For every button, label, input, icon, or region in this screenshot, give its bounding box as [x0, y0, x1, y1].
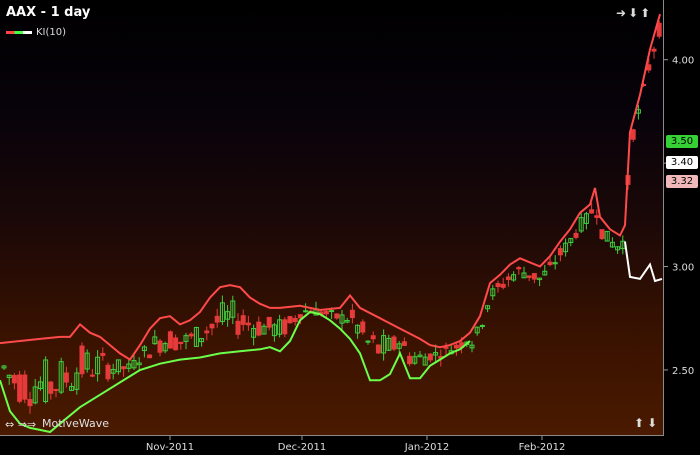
candle-body [256, 321, 262, 336]
candle-body [292, 317, 298, 323]
candle-body [443, 346, 449, 349]
brand-label: MotiveWave [42, 417, 110, 430]
candle-body [214, 315, 220, 323]
chart-svg: 2.503.003.504.00Nov-2011Dec-2011Jan-2012… [0, 13, 694, 453]
arrow-down-icon[interactable]: ⬇ [647, 416, 660, 430]
candle-body [297, 314, 303, 319]
candle-body [22, 374, 28, 400]
candle-body [17, 374, 23, 402]
scroll-arrows-icon[interactable]: ⇔ ⇒⇒ [5, 418, 36, 431]
legend-label: KI(10) [36, 27, 67, 38]
candle-body [11, 374, 17, 384]
candle-body [526, 275, 532, 278]
x-tick-label: Nov-2011 [146, 442, 194, 453]
candle-body [505, 276, 511, 280]
candle-body [375, 344, 381, 354]
candle-body [105, 364, 111, 380]
candle-body [287, 316, 293, 324]
ki-upper-line [0, 13, 661, 361]
nav-controls-bottom-left[interactable]: ⇔ ⇒⇒ [5, 418, 36, 431]
candle-body [147, 354, 153, 359]
arrow-down-icon[interactable]: ⬇ [628, 6, 640, 20]
candle-body [573, 232, 579, 238]
candle-body [334, 313, 340, 319]
x-tick-label: Dec-2011 [278, 442, 326, 453]
y-tick-label: 3.00 [672, 263, 694, 274]
chart-title: AAX - 1 day [6, 5, 91, 20]
candle-body [323, 310, 329, 315]
candle-body [365, 340, 371, 343]
candle-body [235, 320, 241, 335]
x-tick-label: Feb-2012 [519, 442, 566, 453]
nav-controls-bottom-right[interactable]: ⬆⬇ [634, 416, 660, 430]
candle-body [282, 319, 288, 335]
arrow-up-icon[interactable]: ⬆ [640, 6, 652, 20]
value-badge: 3.40 [666, 156, 698, 169]
candle-body [63, 372, 69, 383]
candle-body [557, 248, 563, 256]
candle-body [157, 340, 163, 353]
legend-swatch-icon [6, 31, 32, 34]
candle-body [100, 352, 106, 356]
value-badge: 3.32 [666, 175, 698, 188]
candle-body [407, 355, 413, 365]
candle-body [594, 215, 600, 218]
candle-body [240, 315, 246, 325]
candle-body [173, 337, 179, 351]
arrow-up-icon[interactable]: ⬆ [634, 416, 647, 430]
candle-body [516, 267, 522, 270]
candle-body [266, 316, 272, 328]
candle-body [79, 345, 85, 375]
y-tick-label: 4.00 [672, 56, 694, 67]
candle-body [188, 333, 194, 337]
candle-body [329, 310, 335, 313]
ki-projection-line [624, 241, 663, 283]
y-tick-label: 2.50 [672, 366, 694, 377]
candle-body [53, 388, 59, 391]
candle-body [167, 331, 173, 349]
nav-controls-top-right[interactable]: ➜⬇⬆ [616, 6, 652, 20]
candle-body [479, 325, 485, 328]
candle-body [547, 261, 553, 266]
candle-body [401, 341, 407, 346]
arrow-right-icon[interactable]: ➜ [616, 6, 628, 20]
value-badge: 3.50 [666, 135, 698, 148]
candle-body [48, 381, 54, 394]
candle-body [349, 309, 355, 319]
candle-body [589, 209, 595, 214]
x-tick-label: Jan-2012 [404, 442, 449, 453]
candle-body [204, 330, 210, 334]
chart-window: 2.50 3.00 3.50 4.00 Nov-2011 Dec-2011 Jan-2012… [0, 0, 700, 455]
candle-body [27, 399, 33, 407]
candle-body [453, 344, 459, 349]
candle-body [630, 129, 636, 140]
ki-lower-line [0, 310, 471, 434]
candle-body [495, 283, 501, 288]
candle-body [391, 336, 397, 350]
candle-body [427, 353, 433, 361]
candle-body [178, 341, 184, 344]
candle-body [121, 366, 127, 370]
candle-body [531, 273, 537, 280]
indicator-legend[interactable]: KI(10) [6, 27, 66, 38]
candle-body [651, 48, 657, 52]
candle-body [245, 322, 251, 326]
candle-body [599, 229, 605, 240]
candle-body [89, 374, 95, 377]
candle-body [500, 283, 506, 288]
candle-body [209, 323, 215, 329]
candle-body [370, 335, 376, 340]
candle-body [360, 321, 366, 333]
